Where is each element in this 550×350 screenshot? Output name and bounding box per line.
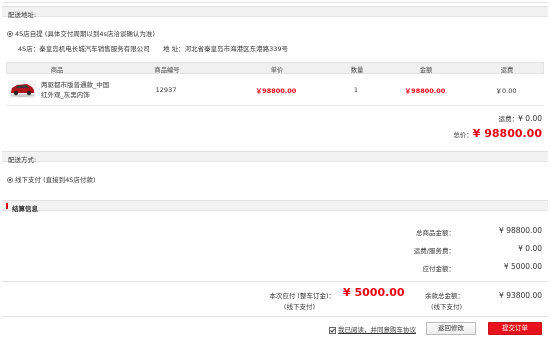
radio-selected-icon[interactable] [7,31,13,37]
agree-label[interactable]: 我已阅读，并同意购车协议 [338,326,416,334]
amount: ￥98800.00 [404,87,446,95]
offline-payment-label: 线下支付 (直接到4S店付款) [15,176,96,184]
deposit-note: (线下支付) [283,303,315,311]
top-divider [2,2,548,3]
red-car-icon [10,84,35,97]
car-thumbnail[interactable] [9,80,36,98]
table-row: 两驱都市版普通款_中国 红外观_灰黑内饰 12937 ￥98800.00 1 ￥… [6,74,544,106]
deposit-value: ¥ 5000.00 [343,286,405,299]
submit-order-button[interactable]: 提交订单 [488,322,542,335]
address-label: 地 址： [163,45,185,53]
grand-total: 总价：¥ 98800.00 [453,127,542,140]
delivery-section-title: 配送地址: [8,11,37,19]
shipping-total: 运费：¥ 0.00 [499,113,542,123]
col-header-quantity: 数量 [350,67,364,74]
pickup-option-label: 4S店自提 (具体交付周期以到4s店洽谈确认为准) [15,30,155,38]
shipping-total-value: ¥ 0.00 [518,114,542,123]
check-icon [330,327,335,333]
product-name-line2: 红外观_灰黑内饰 [41,91,90,99]
fee-value: ¥ 0.00 [518,244,542,253]
table-header: 商品 商品编号 单价 数量 金额 运费 [6,62,544,74]
shipping-total-label: 运费： [498,115,519,123]
product-id: 12937 [155,86,177,94]
back-button[interactable]: 返回修改 [426,322,476,335]
goods-total-label: 总商品金额： [416,229,455,237]
quantity: 1 [353,86,359,94]
product-name-line1: 两驱都市版普通款_中国 [41,81,110,89]
grand-total-value: ¥ 98800.00 [472,127,542,140]
address-value: 河北省秦皇岛市海港区东港路339号 [184,45,288,53]
dealer-name: 4S店：秦皇岛机电长城汽车销售服务有限公司 [18,45,150,53]
col-header-unit-price: 单价 [270,67,284,74]
offline-payment-option[interactable]: 线下支付 (直接到4S店付款) [7,174,95,184]
radio-selected-icon[interactable] [7,177,13,183]
balance-block: 余款总金额： (线下支付) [425,291,464,313]
payable-label: 应付金额： [422,265,456,273]
balance-value: ¥ 93800.00 [499,291,542,300]
settlement-section-title: 结算信息 [12,205,38,213]
balance-label: 余款总金额： [425,292,464,300]
deposit-label: 本次应付 (整车订金)： [269,292,335,300]
product-name-link[interactable]: 两驱都市版普通款_中国 红外观_灰黑内饰 [41,80,109,100]
col-header-product: 商品 [50,67,64,74]
delivery-section-header: 配送地址: [2,6,548,19]
dealer-address: 地 址：河北省秦皇岛市海港区东港路339号 [163,43,288,53]
payment-section-title: 配送方式: [8,156,37,164]
payable-value: ¥ 5000.00 [503,262,542,271]
goods-total-value: ¥ 98800.00 [499,226,542,235]
checkbox-checked-icon[interactable] [329,326,336,334]
settlement-divider [2,281,548,282]
unit-price: ￥98800.00 [255,87,297,95]
footer-divider [2,316,548,317]
grand-total-label: 总价： [453,131,473,139]
col-header-product-id: 商品编号 [154,67,180,74]
fee-label: 运费/服务费： [413,247,455,255]
pickup-option[interactable]: 4S店自提 (具体交付周期以到4s店洽谈确认为准) [7,28,155,38]
payment-section-header: 配送方式: [2,151,548,164]
row-shipping: ￥0.00 [495,87,517,95]
red-marker-icon [6,203,8,209]
settlement-section-header: 结算信息 [2,200,548,213]
agree-checkbox-row[interactable]: 我已阅读，并同意购车协议 [329,324,416,334]
col-header-amount: 金额 [419,67,433,74]
balance-note: (线下支付) [431,303,463,311]
deposit-block: 本次应付 (整车订金)： (线下支付) [240,291,335,313]
col-header-shipping: 运费 [500,67,514,74]
